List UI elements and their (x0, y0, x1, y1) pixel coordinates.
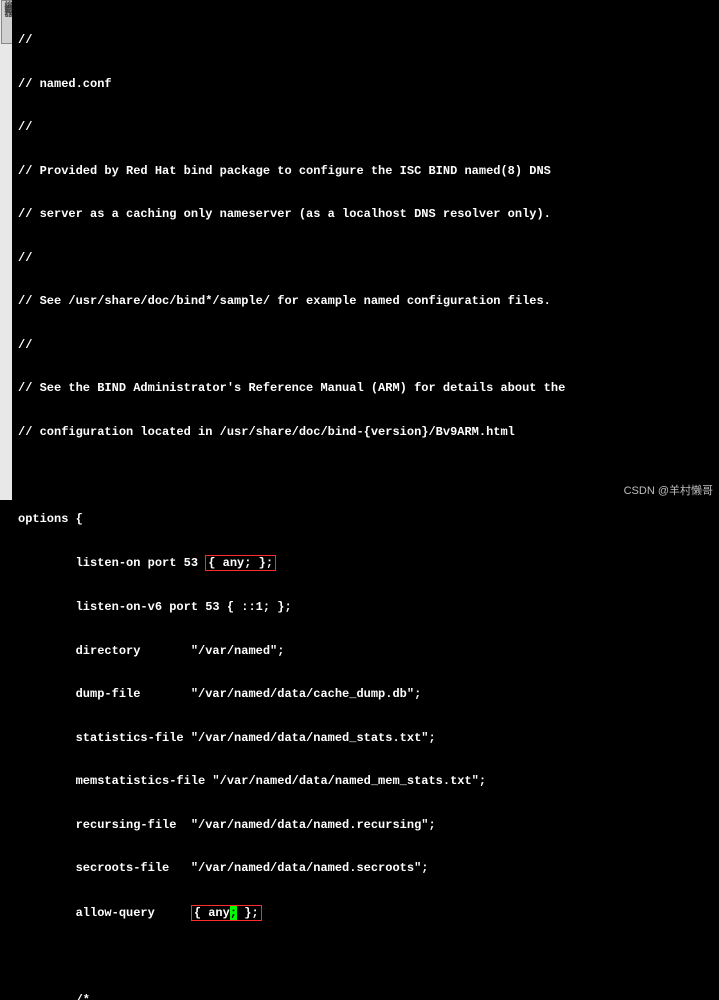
allow-query-pre: { any (194, 906, 230, 920)
config-comment: // configuration located in /usr/share/d… (18, 425, 713, 440)
allow-query-prefix: allow-query (18, 906, 191, 920)
dump-file-line: dump-file "/var/named/data/cache_dump.db… (18, 687, 713, 702)
blank-line (18, 468, 713, 483)
config-comment: // (18, 338, 713, 353)
cursor: ; (230, 906, 237, 920)
config-comment: // Provided by Red Hat bind package to c… (18, 164, 713, 179)
options-open: options { (18, 512, 713, 527)
secroots-file-line: secroots-file "/var/named/data/named.sec… (18, 861, 713, 876)
allow-query-line: allow-query { any; }; (18, 905, 713, 921)
config-comment: // See /usr/share/doc/bind*/sample/ for … (18, 294, 713, 309)
statistics-file-line: statistics-file "/var/named/data/named_s… (18, 731, 713, 746)
listen-on-line: listen-on port 53 { any; }; (18, 555, 713, 571)
allow-query-post: }; (237, 906, 259, 920)
highlight-box-1: { any; }; (205, 555, 276, 571)
blank-line (18, 950, 713, 965)
config-comment: // See the BIND Administrator's Referenc… (18, 381, 713, 396)
listen-on-v6-line: listen-on-v6 port 53 { ::1; }; (18, 600, 713, 615)
config-comment: // named.conf (18, 77, 713, 92)
listen-on-prefix: listen-on port 53 (18, 556, 205, 570)
watermark: CSDN @羊村懒哥 (624, 484, 713, 499)
config-comment: // (18, 33, 713, 48)
inner-comment-open: /* (18, 993, 713, 1000)
directory-line: directory "/var/named"; (18, 644, 713, 659)
config-comment: // server as a caching only nameserver (… (18, 207, 713, 222)
gutter-tab-label: 编辑器 (2, 1, 12, 13)
config-comment: // (18, 120, 713, 135)
terminal-viewport[interactable]: // // named.conf // // Provided by Red H… (12, 0, 719, 500)
memstatistics-file-line: memstatistics-file "/var/named/data/name… (18, 774, 713, 789)
highlight-box-2: { any; }; (191, 905, 262, 921)
config-comment: // (18, 251, 713, 266)
recursing-file-line: recursing-file "/var/named/data/named.re… (18, 818, 713, 833)
